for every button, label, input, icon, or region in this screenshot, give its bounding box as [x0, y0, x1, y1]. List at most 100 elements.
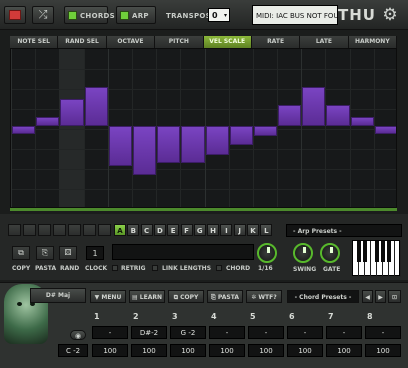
white-key[interactable] [395, 241, 401, 277]
menu-button[interactable]: ▼ MENU [90, 290, 126, 303]
step-toggle[interactable] [68, 224, 81, 236]
step-toggle[interactable] [53, 224, 66, 236]
prev-preset-button[interactable]: ◀ [362, 290, 373, 303]
chord-slot-note[interactable]: - [248, 326, 284, 339]
learn-label: LEARN [139, 294, 162, 301]
black-key[interactable] [375, 241, 379, 262]
dice-icon[interactable]: ⚄ [59, 246, 77, 260]
pattern-button-f[interactable]: F [180, 224, 193, 236]
arp-toggle[interactable]: ARP [116, 6, 156, 24]
velocity-bar[interactable] [253, 125, 278, 136]
shuffle-icon[interactable]: ⤮ [32, 6, 54, 24]
tab-octave[interactable]: OCTAVE [106, 36, 156, 48]
velocity-bar[interactable] [12, 125, 36, 134]
link-lengths-label: LINK LENGTHS [162, 265, 212, 272]
chord-slot-velocity[interactable]: 100 [170, 344, 206, 357]
velocity-bar[interactable] [84, 86, 108, 126]
velocity-bar[interactable] [302, 86, 326, 126]
pattern-button-a[interactable]: A [114, 224, 126, 236]
chord-slot-velocity[interactable]: 100 [248, 344, 284, 357]
black-key[interactable] [381, 241, 385, 262]
velocity-bar[interactable] [278, 105, 302, 126]
tab-vel-scale[interactable]: VEL SCALE [203, 36, 252, 48]
velocity-grid[interactable] [10, 48, 397, 208]
gate-knob[interactable] [320, 243, 340, 263]
pattern-button-k[interactable]: K [247, 224, 259, 236]
tab-note-sel[interactable]: NOTE SEL [10, 36, 59, 48]
chord-presets-dropdown[interactable]: - Chord Presets - [287, 290, 359, 303]
save-preset-button[interactable]: ⊡ [388, 290, 401, 303]
key-label[interactable]: D# Maj [30, 288, 86, 303]
swing-knob[interactable] [293, 243, 313, 263]
velocity-bar[interactable] [108, 125, 132, 167]
velocity-bar[interactable] [36, 116, 60, 126]
velocity-bar[interactable] [229, 125, 253, 146]
pattern-button-c[interactable]: C [140, 224, 153, 236]
step-toggle[interactable] [98, 224, 111, 236]
velocity-bar[interactable] [205, 125, 229, 156]
chord-checkbox[interactable] [216, 265, 222, 271]
chord-slot-velocity[interactable]: 100 [92, 344, 128, 357]
velocity-bar[interactable] [60, 98, 84, 126]
chord-slot-note[interactable]: - [365, 326, 401, 339]
tab-rate[interactable]: RATE [251, 36, 301, 48]
chord-slot-note[interactable]: D#-2 [131, 326, 167, 339]
velocity-bar[interactable] [374, 125, 396, 134]
chord-slot-velocity[interactable]: 100 [131, 344, 167, 357]
step-toggle[interactable] [8, 224, 21, 236]
pattern-button-l[interactable]: L [260, 224, 273, 236]
pattern-button-b[interactable]: B [127, 224, 140, 236]
mute-button[interactable] [4, 6, 26, 24]
black-key[interactable] [387, 241, 391, 262]
tab-pitch[interactable]: PITCH [155, 36, 204, 48]
velocity-bar[interactable] [326, 105, 350, 126]
chord-slot-note[interactable]: - [92, 326, 128, 339]
pasta-button[interactable]: ⎘ PASTA [207, 290, 243, 303]
pattern-button-g[interactable]: G [193, 224, 206, 236]
arp-presets-dropdown[interactable]: - Arp Presets - [286, 224, 402, 237]
velocity-bar[interactable] [181, 125, 205, 164]
chord-slot-velocity[interactable]: 100 [365, 344, 401, 357]
transpose-field[interactable]: 0 ▾ [208, 8, 230, 22]
chord-slot-note[interactable]: - [209, 326, 245, 339]
pattern-button-j[interactable]: J [233, 224, 246, 236]
step-toggle[interactable] [23, 224, 36, 236]
arp-label: ARP [132, 12, 149, 20]
eye-icon[interactable]: ◉ [70, 330, 86, 340]
black-key[interactable] [363, 241, 367, 262]
piano-keyboard[interactable] [352, 240, 401, 277]
pattern-button-i[interactable]: I [220, 224, 233, 236]
step-toggle[interactable] [38, 224, 51, 236]
chord-slot-velocity[interactable]: 100 [287, 344, 323, 357]
velocity-bar[interactable] [157, 125, 181, 164]
pattern-button-d[interactable]: D [153, 224, 166, 236]
tab-harmony[interactable]: HARMONY [348, 36, 397, 48]
retrig-checkbox[interactable] [112, 265, 118, 271]
rate-knob[interactable] [257, 243, 277, 263]
wtf-button[interactable]: ✲ WTF? [246, 290, 282, 303]
beat-line [301, 49, 303, 207]
link-lengths-checkbox[interactable] [152, 265, 158, 271]
chord-slot-velocity[interactable]: 100 [209, 344, 245, 357]
next-preset-button[interactable]: ▶ [375, 290, 386, 303]
chord-slot-velocity[interactable]: 100 [326, 344, 362, 357]
gear-icon[interactable]: ⚙ [378, 4, 402, 26]
pattern-button-e[interactable]: E [167, 224, 180, 236]
tab-rand-sel[interactable]: RAND SEL [58, 36, 107, 48]
copy-icon[interactable]: ⧉ [12, 246, 30, 260]
chords-toggle[interactable]: CHORDS [64, 6, 115, 24]
chord-slot-note[interactable]: - [287, 326, 323, 339]
chord-slot-note[interactable]: G -2 [170, 326, 206, 339]
learn-button[interactable]: ▤ LEARN [129, 290, 165, 303]
copy-button[interactable]: ⧉ COPY [168, 290, 204, 303]
root-note-field[interactable]: C -2 [58, 344, 88, 357]
velocity-bar[interactable] [350, 116, 374, 126]
velocity-bar[interactable] [132, 125, 157, 175]
paste-icon[interactable]: ⎘ [36, 246, 54, 260]
chord-slot-note[interactable]: - [326, 326, 362, 339]
clock-value[interactable]: 1 [86, 246, 104, 260]
black-key[interactable] [357, 241, 361, 262]
step-toggle[interactable] [83, 224, 96, 236]
tab-late[interactable]: LATE [300, 36, 349, 48]
pattern-button-h[interactable]: H [207, 224, 220, 236]
